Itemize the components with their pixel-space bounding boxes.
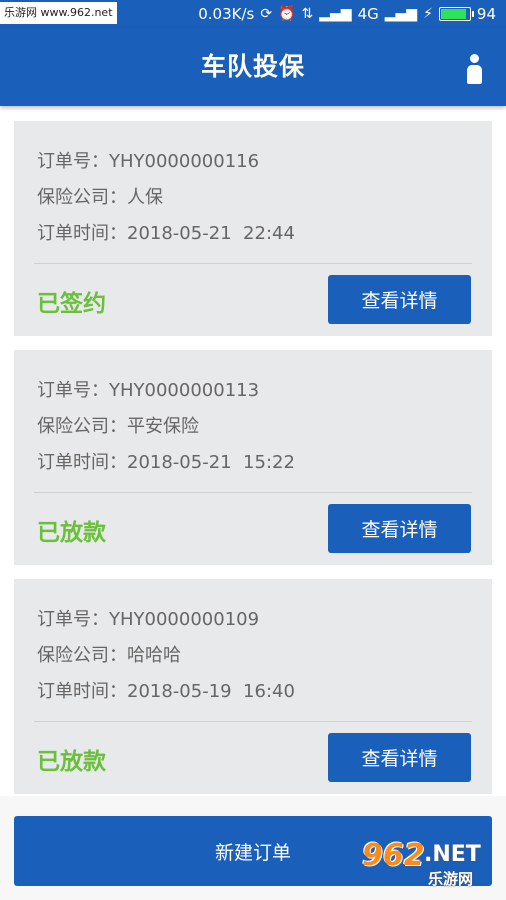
order-time: 订单时间：2018-05-19 16:40 [37, 681, 295, 702]
view-details-button[interactable]: 查看详情 [328, 504, 471, 553]
signal-icon-2: ▂▄▆ [384, 6, 418, 22]
site-watermark: 乐游网 www.962.net [0, 2, 117, 24]
watermark-suffix: .NET [424, 842, 481, 867]
view-details-button[interactable]: 查看详情 [328, 275, 471, 324]
card-divider [34, 721, 472, 722]
order-number: 订单号：YHY0000000109 [37, 609, 260, 630]
site-logo-watermark: 962 .NET 乐游网 [362, 838, 498, 890]
card-divider [34, 263, 472, 264]
data-transfer-icon: ⇅ [301, 6, 314, 22]
watermark-number: 962 [362, 838, 425, 873]
watermark-cn: 乐游网 [428, 870, 474, 888]
insurance-company: 保险公司：哈哈哈 [37, 645, 181, 666]
page-title: 车队投保 [200, 52, 305, 81]
order-card: 订单号：YHY0000000116 保险公司：人保 订单时间：2018-05-2… [14, 121, 492, 336]
order-card: 订单号：YHY0000000109 保险公司：哈哈哈 订单时间：2018-05-… [14, 579, 492, 794]
order-number: 订单号：YHY0000000116 [37, 151, 260, 172]
person-icon-body [467, 65, 482, 84]
insurance-company: 保险公司：平安保险 [37, 416, 199, 437]
status-bar: 乐游网 www.962.net 0.03K/s ⟳ ⏰ ⇅ ▂▄▆ 4G ▂▄▆… [0, 0, 506, 28]
order-time: 订单时间：2018-05-21 15:22 [37, 452, 295, 473]
order-number: 订单号：YHY0000000113 [37, 380, 260, 401]
network-type: 4G [357, 5, 379, 23]
order-status: 已签约 [37, 291, 106, 317]
sync-icon: ⟳ [260, 6, 273, 22]
view-details-button[interactable]: 查看详情 [328, 733, 471, 782]
alarm-icon: ⏰ [278, 6, 296, 22]
order-card: 订单号：YHY0000000113 保险公司：平安保险 订单时间：2018-05… [14, 350, 492, 565]
app-bar: 车队投保 [0, 28, 506, 106]
person-icon-head [470, 54, 479, 63]
status-indicators: 0.03K/s ⟳ ⏰ ⇅ ▂▄▆ 4G ▂▄▆ ⚡ 94 [198, 0, 496, 28]
order-time: 订单时间：2018-05-21 22:44 [37, 223, 295, 244]
person-icon[interactable] [466, 54, 482, 84]
order-list[interactable]: 订单号：YHY0000000116 保险公司：人保 订单时间：2018-05-2… [14, 121, 492, 808]
signal-icon: ▂▄▆ [319, 6, 352, 22]
battery-fill [440, 9, 467, 19]
order-status: 已放款 [37, 520, 106, 546]
order-status: 已放款 [37, 749, 106, 775]
battery-icon [438, 7, 474, 21]
charging-icon: ⚡ [423, 6, 433, 22]
network-speed: 0.03K/s [198, 5, 255, 23]
battery-level: 94 [476, 5, 496, 23]
insurance-company: 保险公司：人保 [37, 187, 163, 208]
card-divider [34, 492, 472, 493]
